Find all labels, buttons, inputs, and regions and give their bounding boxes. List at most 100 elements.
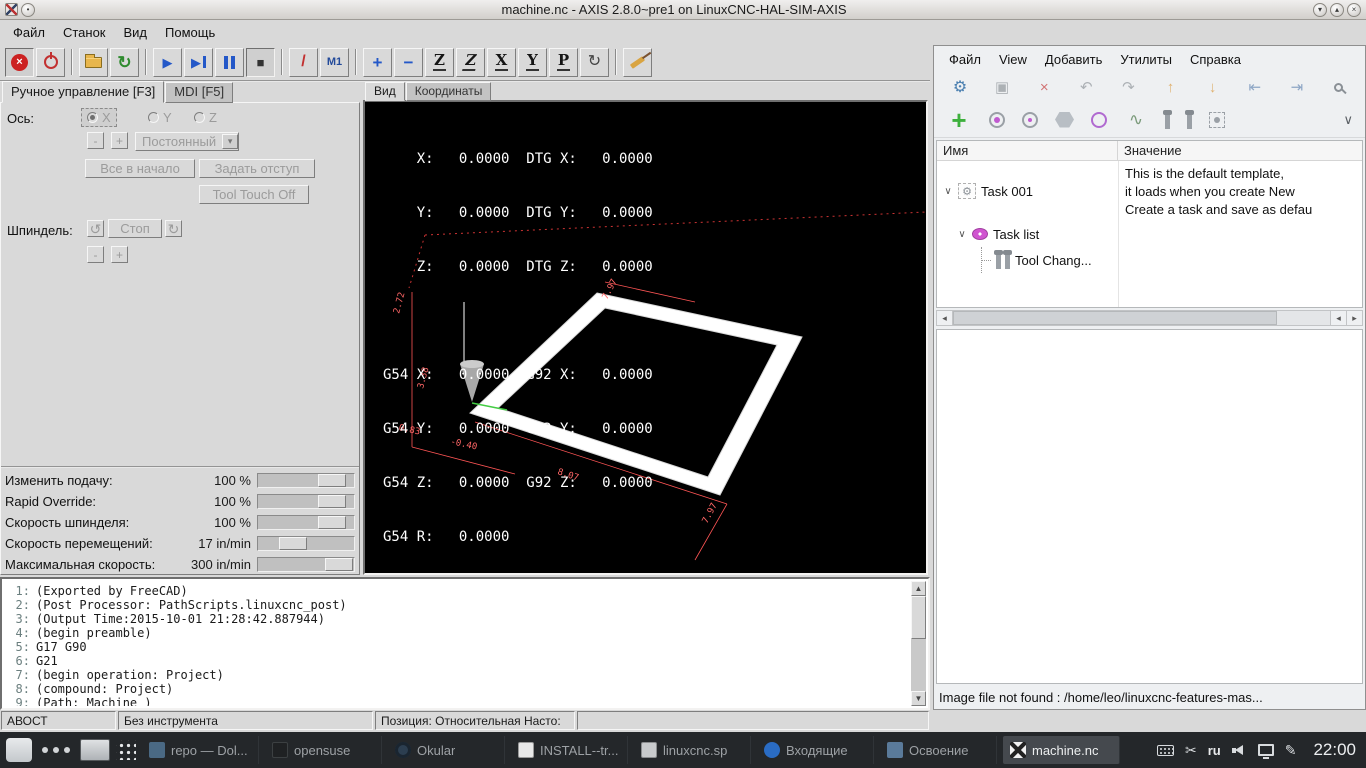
add-feature-button[interactable]: + [946, 107, 972, 133]
undo-icon[interactable]: ↶ [1074, 75, 1098, 99]
view-y-button[interactable]: Y [518, 47, 547, 77]
slider-handle[interactable] [317, 474, 346, 487]
display-icon[interactable] [1257, 744, 1274, 759]
zoom-in-button[interactable]: + [363, 47, 392, 77]
bolt-feature-icon[interactable] [1163, 109, 1172, 129]
features-menu-utilities[interactable]: Утилиты [1111, 48, 1181, 71]
menu-file[interactable]: Файл [4, 22, 54, 43]
gcode-line[interactable]: 8: (compound: Project) [8, 682, 907, 696]
view-p-button[interactable]: P [549, 47, 578, 77]
scrollbar-thumb[interactable] [953, 311, 1278, 325]
scrollbar-trough[interactable] [953, 311, 1330, 325]
reload-file-button[interactable]: ↻ [110, 47, 139, 77]
gcode-scrollbar[interactable]: ▲ ▼ [911, 581, 926, 706]
tree-row-tool-change[interactable]: Tool Chang... [937, 247, 1362, 273]
zoom-icon[interactable] [1327, 75, 1351, 99]
clock[interactable]: 22:00 [1313, 740, 1356, 760]
scroll-left-icon[interactable]: ◂ [937, 311, 953, 325]
machine-power-button[interactable] [36, 47, 65, 77]
features-menu-file[interactable]: Файл [940, 48, 990, 71]
axis-z-radio[interactable]: Z [189, 108, 222, 127]
settings-icon[interactable]: ⚙ [948, 75, 972, 99]
taskbar-item-dolphin[interactable]: repo — Dol... [142, 736, 259, 764]
taskbar-item-okular[interactable]: Okular [388, 736, 505, 764]
open-file-button[interactable] [79, 47, 108, 77]
tab-manual-control[interactable]: Ручное управление [F3] [2, 81, 165, 103]
features-menu-add[interactable]: Добавить [1036, 48, 1111, 71]
clear-plot-button[interactable] [623, 47, 652, 77]
gcode-line[interactable]: 6: G21 [8, 654, 907, 668]
taskbar-item-terminal[interactable]: opensuse [265, 736, 382, 764]
taskbar-item-mail[interactable]: Входящие [757, 736, 874, 764]
hexagon-feature-icon[interactable] [1055, 111, 1074, 128]
run-program-button[interactable]: ▶ [153, 47, 182, 77]
jog-plus-button[interactable]: + [111, 132, 128, 149]
spindle-override-slider[interactable] [257, 515, 355, 530]
spindle-cw-button[interactable]: ↻ [165, 220, 182, 237]
minimize-button[interactable]: ▾ [1313, 2, 1327, 17]
axis-x-radio[interactable]: X [81, 108, 117, 127]
circular-pocket-icon[interactable] [989, 111, 1005, 128]
scrollbar-thumb[interactable] [911, 596, 926, 639]
delete-icon[interactable]: × [1032, 75, 1056, 99]
features-menu-view[interactable]: View [990, 48, 1036, 71]
move-down-icon[interactable]: ↓ [1201, 75, 1225, 99]
view-z2-button[interactable]: Z [456, 47, 485, 77]
jog-minus-button[interactable]: - [87, 132, 104, 149]
sticky-button[interactable]: • [21, 2, 35, 17]
gcode-listing[interactable]: 1: (Exported by FreeCAD) 2: (Post Processo… [0, 577, 930, 710]
taskbar-item-install[interactable]: INSTALL--tr... [511, 736, 628, 764]
slider-handle[interactable] [317, 516, 346, 529]
tab-preview[interactable]: Вид [365, 82, 405, 101]
gcode-line[interactable]: 7: (begin operation: Project) [8, 668, 907, 682]
close-button[interactable]: × [1347, 2, 1361, 17]
chevron-down-icon[interactable]: ∨ [1343, 112, 1353, 128]
app-grid-button[interactable] [116, 740, 136, 760]
expander-icon[interactable]: ∨ [957, 229, 967, 240]
gcode-line[interactable]: 4: (begin preamble) [8, 626, 907, 640]
redo-icon[interactable]: ↷ [1116, 75, 1140, 99]
scroll-right-icon[interactable]: ▸ [1346, 311, 1362, 325]
gcode-line[interactable]: 1: (Exported by FreeCAD) [8, 584, 907, 598]
touch-off-button[interactable]: Задать отступ [199, 159, 315, 178]
maximize-button[interactable]: ▴ [1330, 2, 1344, 17]
max-velocity-slider[interactable] [257, 557, 355, 572]
axis-y-radio[interactable]: Y [143, 108, 177, 127]
feed-override-slider[interactable] [257, 473, 355, 488]
scroll-left-icon[interactable]: ◂ [1330, 311, 1346, 325]
pager-icon[interactable] [38, 747, 74, 753]
tool-touch-off-button[interactable]: Tool Touch Off [199, 185, 309, 204]
axis-app-icon[interactable] [5, 3, 18, 16]
menu-help[interactable]: Помощь [156, 22, 224, 43]
slider-handle[interactable] [279, 537, 308, 550]
spindle-minus-button[interactable]: - [87, 246, 104, 263]
circle-feature-icon[interactable] [1091, 111, 1107, 128]
stop-program-button[interactable]: ■ [246, 47, 275, 77]
gcode-line[interactable]: 9: (Path: Machine_) [8, 696, 907, 706]
spindle-plus-button[interactable]: + [111, 246, 128, 263]
pen-icon[interactable]: ✎ [1285, 743, 1297, 757]
indent-icon[interactable]: ⇥ [1285, 75, 1309, 99]
app-launcher-button[interactable] [6, 738, 32, 762]
rapid-override-slider[interactable] [257, 494, 355, 509]
home-all-button[interactable]: Все в начало [85, 159, 195, 178]
keyboard-icon[interactable] [1156, 744, 1174, 756]
slider-handle[interactable] [325, 558, 354, 571]
menu-view[interactable]: Вид [115, 22, 157, 43]
step-button[interactable]: ▶ [184, 47, 213, 77]
spindle-ccw-button[interactable]: ↺ [87, 220, 104, 237]
clipboard-scissors-icon[interactable]: ✂ [1185, 743, 1197, 757]
gcode-line[interactable]: 2: (Post Processor: PathScripts.linuxcnc_… [8, 598, 907, 612]
taskbar-item-help[interactable]: Освоение [880, 736, 997, 764]
zoom-out-button[interactable]: − [394, 47, 423, 77]
volume-icon[interactable] [1231, 744, 1247, 757]
probe-feature-icon[interactable] [1209, 111, 1225, 128]
spiral-feature-icon[interactable]: ∿ [1124, 108, 1148, 132]
drill-icon[interactable] [1022, 111, 1038, 128]
view-z-button[interactable]: Z [425, 47, 454, 77]
tab-mdi[interactable]: MDI [F5] [165, 82, 234, 103]
scroll-down-icon[interactable]: ▼ [911, 691, 926, 706]
scrollbar-trough[interactable] [911, 596, 926, 691]
features-menu-help[interactable]: Справка [1181, 48, 1250, 71]
menu-machine[interactable]: Станок [54, 22, 115, 43]
